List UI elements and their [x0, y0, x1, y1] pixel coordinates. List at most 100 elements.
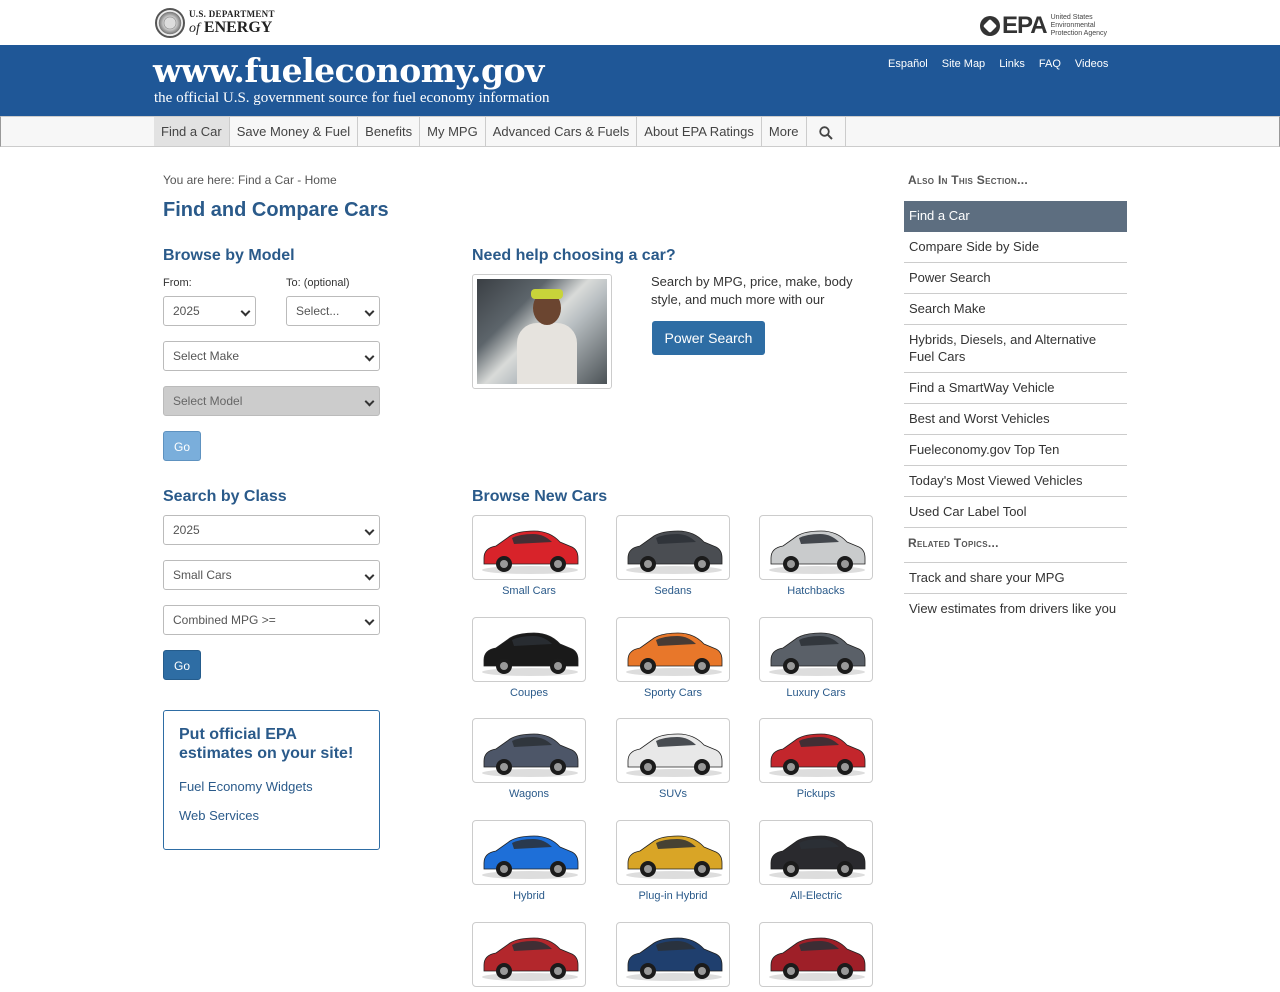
sidebar-item-most-viewed[interactable]: Today's Most Viewed Vehicles	[904, 466, 1127, 497]
car-class-tile[interactable]: Sporty Cars	[616, 617, 730, 699]
car-class-label[interactable]: Plug-in Hybrid	[616, 890, 730, 902]
doe-line1: U.S. DEPARTMENT	[189, 9, 275, 19]
car-class-label[interactable]: Hybrid	[472, 890, 586, 902]
sidebar-item-search-make[interactable]: Search Make	[904, 294, 1127, 325]
nav-advanced-cars[interactable]: Advanced Cars & Fuels	[486, 117, 638, 146]
car-class-label[interactable]: Small Cars	[472, 585, 586, 597]
car-class-label[interactable]: Hatchbacks	[759, 585, 873, 597]
car-class-tile[interactable]: Pickups	[759, 718, 873, 800]
from-year-value: 2025	[173, 304, 200, 318]
car-class-label[interactable]: Sedans	[616, 585, 730, 597]
model-select[interactable]: Select Model	[163, 386, 380, 416]
car-class-tile[interactable]: Wagons	[472, 718, 586, 800]
sidebar-item-top-ten[interactable]: Fueleconomy.gov Top Ten	[904, 435, 1127, 466]
car-icon	[482, 937, 579, 981]
nav-about-epa-ratings[interactable]: About EPA Ratings	[637, 117, 762, 146]
class-select[interactable]: Small Cars	[163, 560, 380, 590]
browse-model-go-button[interactable]: Go	[163, 431, 201, 461]
car-icon	[626, 835, 723, 879]
car-class-tile[interactable]	[472, 922, 586, 992]
sidebar-item-power-search[interactable]: Power Search	[904, 263, 1127, 294]
car-class-thumbnail[interactable]	[759, 820, 873, 885]
doe-logo[interactable]: U.S. DEPARTMENT of ENERGY	[155, 8, 275, 38]
to-year-value: Select...	[296, 304, 340, 318]
car-class-tile[interactable]	[759, 922, 873, 992]
nav-find-a-car[interactable]: Find a Car	[154, 117, 230, 146]
car-class-thumbnail[interactable]	[616, 922, 730, 987]
car-class-thumbnail[interactable]	[759, 718, 873, 783]
sidebar-item-compare[interactable]: Compare Side by Side	[904, 232, 1127, 263]
car-icon	[482, 632, 579, 676]
car-class-thumbnail[interactable]	[759, 617, 873, 682]
page-title: Find and Compare Cars	[163, 199, 389, 221]
nav-search-button[interactable]	[807, 117, 846, 146]
sidebar-item-best-worst[interactable]: Best and Worst Vehicles	[904, 404, 1127, 435]
car-class-tile[interactable]: Hatchbacks	[759, 515, 873, 597]
car-class-thumbnail[interactable]	[472, 718, 586, 783]
make-select[interactable]: Select Make	[163, 341, 380, 371]
car-class-label[interactable]: Luxury Cars	[759, 687, 873, 699]
car-class-thumbnail[interactable]	[759, 922, 873, 987]
util-link-links[interactable]: Links	[999, 58, 1025, 70]
sidebar-item-find-a-car[interactable]: Find a Car	[904, 201, 1127, 232]
to-year-select[interactable]: Select...	[286, 296, 380, 326]
sidebar-section-list: Find a Car Compare Side by Side Power Se…	[904, 201, 1127, 528]
chevron-down-icon	[364, 570, 375, 581]
fuel-economy-widgets-link[interactable]: Fuel Economy Widgets	[179, 779, 313, 794]
car-class-label[interactable]: Sporty Cars	[616, 687, 730, 699]
util-link-videos[interactable]: Videos	[1075, 58, 1108, 70]
web-services-link[interactable]: Web Services	[179, 808, 259, 823]
car-class-label[interactable]: Pickups	[759, 788, 873, 800]
breadcrumb: You are here: Find a Car - Home	[163, 173, 337, 187]
car-class-tile[interactable]: SUVs	[616, 718, 730, 800]
class-year-select[interactable]: 2025	[163, 515, 380, 545]
car-class-thumbnail[interactable]	[616, 515, 730, 580]
browse-new-cars-heading: Browse New Cars	[472, 488, 608, 505]
widgets-promo-box: Put official EPA estimates on your site!…	[163, 710, 380, 850]
util-link-faq[interactable]: FAQ	[1039, 58, 1061, 70]
sidebar-item-smartway[interactable]: Find a SmartWay Vehicle	[904, 373, 1127, 404]
epa-logo[interactable]: EPA United States Environmental Protecti…	[980, 12, 1127, 40]
power-search-button[interactable]: Power Search	[652, 321, 765, 355]
car-class-label[interactable]: Wagons	[472, 788, 586, 800]
from-year-select[interactable]: 2025	[163, 296, 256, 326]
car-class-tile[interactable]: Plug-in Hybrid	[616, 820, 730, 902]
util-link-site-map[interactable]: Site Map	[942, 58, 985, 70]
car-class-tile[interactable]: Hybrid	[472, 820, 586, 902]
sidebar-item-hybrids-diesels[interactable]: Hybrids, Diesels, and Alternative Fuel C…	[904, 325, 1127, 373]
car-class-thumbnail[interactable]	[472, 820, 586, 885]
related-driver-estimates[interactable]: View estimates from drivers like you	[904, 594, 1127, 624]
car-class-tile[interactable]: All-Electric	[759, 820, 873, 902]
nav-more[interactable]: More	[762, 117, 807, 146]
car-class-tile[interactable]: Small Cars	[472, 515, 586, 597]
car-class-thumbnail[interactable]	[616, 617, 730, 682]
car-class-thumbnail[interactable]	[616, 820, 730, 885]
car-class-thumbnail[interactable]	[472, 617, 586, 682]
car-class-label[interactable]: All-Electric	[759, 890, 873, 902]
car-class-thumbnail[interactable]	[472, 922, 586, 987]
car-class-thumbnail[interactable]	[472, 515, 586, 580]
car-class-tile[interactable]	[616, 922, 730, 992]
sidebar-item-used-car-label[interactable]: Used Car Label Tool	[904, 497, 1127, 528]
help-text: Search by MPG, price, make, body style, …	[651, 274, 853, 307]
related-track-mpg[interactable]: Track and share your MPG	[904, 563, 1127, 594]
car-class-thumbnail[interactable]	[616, 718, 730, 783]
nav-benefits[interactable]: Benefits	[358, 117, 421, 146]
car-class-tile[interactable]: Coupes	[472, 617, 586, 699]
util-link-espanol[interactable]: Español	[888, 58, 928, 70]
car-class-label[interactable]: SUVs	[616, 788, 730, 800]
car-class-thumbnail[interactable]	[759, 515, 873, 580]
car-class-label[interactable]: Coupes	[472, 687, 586, 699]
help-photo	[472, 274, 612, 389]
car-class-tile[interactable]: Sedans	[616, 515, 730, 597]
nav-save-money-fuel[interactable]: Save Money & Fuel	[230, 117, 359, 146]
car-icon	[769, 632, 866, 676]
search-class-go-button[interactable]: Go	[163, 650, 201, 680]
nav-my-mpg[interactable]: My MPG	[420, 117, 486, 146]
doe-prefix: of	[189, 21, 200, 36]
site-title[interactable]: www.fueleconomy.gov	[153, 51, 544, 90]
doe-line2: ENERGY	[203, 19, 273, 36]
mpg-select[interactable]: Combined MPG >=	[163, 605, 380, 635]
widgets-promo-title: Put official EPA estimates on your site!	[179, 726, 354, 762]
car-class-tile[interactable]: Luxury Cars	[759, 617, 873, 699]
